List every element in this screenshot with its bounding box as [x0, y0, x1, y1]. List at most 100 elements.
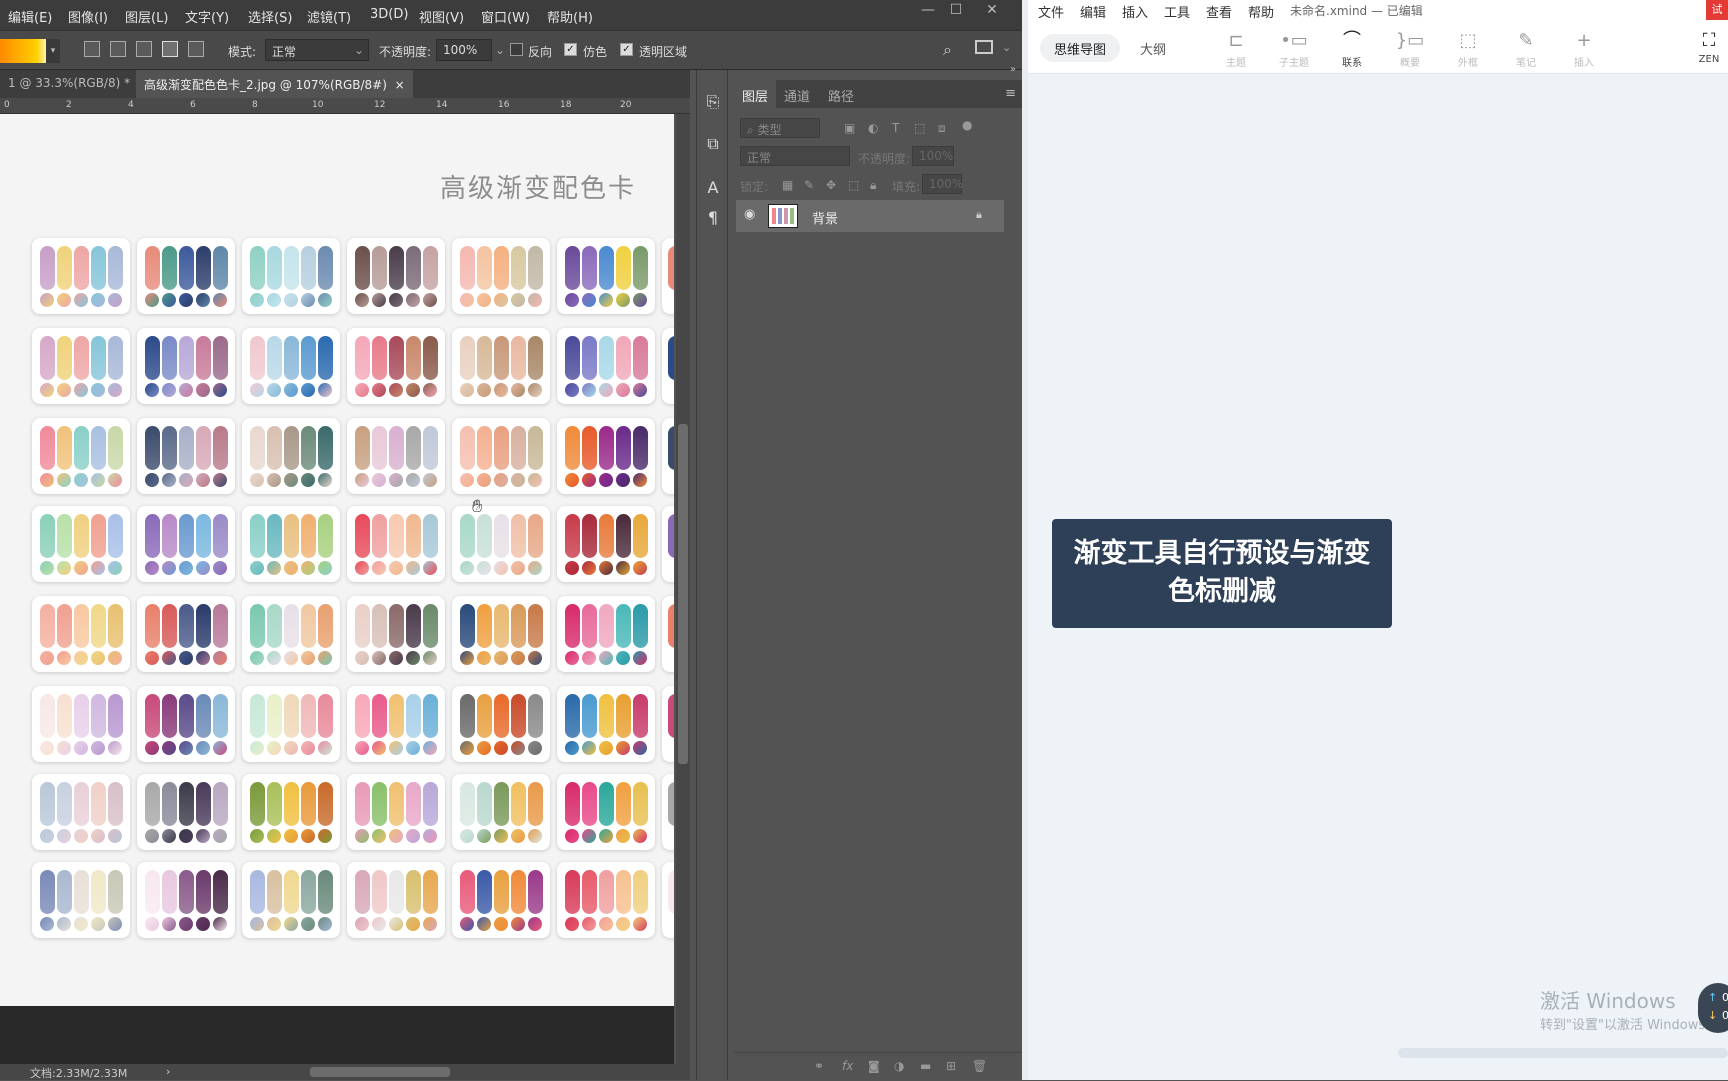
ps-menu-window[interactable]: 窗口(W) — [481, 7, 530, 26]
document-canvas[interactable]: 高级渐变配色卡 — [0, 114, 674, 1006]
vertical-scrollbar[interactable] — [676, 114, 690, 1064]
trash-icon[interactable]: 🗑︎ — [972, 1059, 987, 1073]
boundary-button[interactable]: ⬚ 外框 — [1448, 28, 1488, 69]
palette-swatch — [406, 336, 421, 380]
diamond-gradient-icon[interactable] — [188, 41, 204, 57]
shape-filter-icon[interactable]: ⬚ — [914, 121, 925, 135]
summary-button[interactable]: }▭ 概要 — [1390, 28, 1430, 69]
palette-card — [32, 418, 130, 494]
scroll-thumb[interactable] — [678, 424, 688, 764]
smart-object-filter-icon[interactable]: ⧈ — [938, 121, 946, 136]
layer-opacity-input[interactable]: 100% — [912, 146, 954, 166]
add-mask-icon[interactable]: ◙ — [868, 1059, 880, 1073]
palette-dot — [511, 651, 525, 665]
reflected-gradient-icon[interactable] — [162, 41, 178, 57]
maximize-icon[interactable]: ☐ — [942, 2, 970, 18]
ps-menu-type[interactable]: 文字(Y) — [185, 7, 229, 26]
xmind-menu-file[interactable]: 文件 — [1038, 2, 1064, 21]
xmind-menu-view[interactable]: 查看 — [1206, 2, 1232, 21]
transparency-checkbox[interactable]: ✓ — [620, 43, 633, 56]
tab-layers[interactable]: 图层 — [734, 80, 777, 108]
tab-paths[interactable]: 路径 — [820, 80, 862, 108]
palette-dot — [57, 651, 71, 665]
character-icon[interactable]: A — [703, 178, 723, 200]
palette-swatch — [372, 426, 387, 470]
palette-dot — [57, 917, 71, 931]
scroll-thumb[interactable] — [1398, 1048, 1728, 1058]
palette-dot — [633, 651, 647, 665]
image-filter-icon[interactable]: ▣ — [844, 121, 855, 135]
ps-menu-view[interactable]: 视图(V) — [419, 7, 464, 26]
blend-mode-select[interactable]: 正常 — [740, 146, 850, 166]
history-icon[interactable]: ⎘ — [703, 92, 723, 114]
workspace-icon[interactable] — [975, 40, 993, 54]
subtopic-button[interactable]: •▭ 子主题 — [1274, 28, 1314, 69]
tab-mindmap[interactable]: 思维导图 — [1040, 34, 1121, 62]
radial-gradient-icon[interactable] — [110, 41, 126, 57]
ps-menu-select[interactable]: 选择(S) — [248, 7, 292, 26]
link-layers-icon[interactable]: ⚭ — [814, 1059, 824, 1073]
fill-input[interactable]: 100% — [922, 174, 963, 194]
close-tab-icon[interactable]: × — [395, 78, 405, 92]
xmind-horizontal-scrollbar[interactable] — [1028, 1046, 1728, 1060]
layer-filter-select[interactable]: ⌕ 类型 — [740, 118, 820, 138]
tab-document-2[interactable]: 高级渐变配色色卡_2.jpg @ 107%(RGB/8#) × — [136, 70, 413, 98]
expand-icon[interactable]: » — [1010, 64, 1016, 75]
ps-menu-layer[interactable]: 图层(L) — [125, 7, 168, 26]
palette-dot — [250, 741, 264, 755]
tab-channels[interactable]: 通道 — [776, 80, 818, 108]
ps-menu-image[interactable]: 图像(I) — [68, 7, 108, 26]
chevron-right-icon[interactable]: › — [166, 1065, 170, 1078]
lock-position-icon[interactable]: ✥ — [826, 178, 836, 192]
lock-pixels-icon[interactable]: ✎ — [804, 178, 814, 192]
new-group-icon[interactable]: ▬ — [920, 1059, 931, 1073]
topic-button[interactable]: ⊏ 主题 — [1216, 28, 1256, 69]
horizontal-scroll-thumb[interactable] — [310, 1067, 450, 1077]
network-badge[interactable]: ↑ 0 ↓ 0 — [1698, 983, 1728, 1033]
linear-gradient-icon[interactable] — [84, 41, 100, 57]
trial-badge[interactable]: 试 — [1706, 0, 1728, 20]
clone-source-icon[interactable]: ⧉ — [703, 134, 723, 156]
mode-select[interactable]: 正常 ⌄ — [265, 39, 369, 61]
new-layer-icon[interactable]: ⊞ — [946, 1059, 956, 1073]
reverse-checkbox[interactable] — [510, 43, 523, 56]
insert-button[interactable]: + 插入 — [1564, 28, 1604, 69]
paragraph-icon[interactable]: ¶ — [703, 208, 723, 230]
opacity-input[interactable]: 100% ⌄ — [436, 39, 505, 61]
lock-all-icon[interactable]: 🔒︎ — [870, 178, 876, 193]
relationship-button[interactable]: ⌒ 联系 — [1332, 28, 1372, 69]
ps-menu-help[interactable]: 帮助(H) — [547, 7, 593, 26]
zen-button[interactable]: ⛶ ZEN — [1692, 28, 1726, 65]
type-filter-icon[interactable]: T — [892, 121, 899, 135]
search-icon[interactable]: ⌕ — [943, 40, 952, 60]
tab-document-1[interactable]: 1 @ 33.3%(RGB/8) * × — [0, 70, 152, 98]
layer-row-background[interactable]: ◉ 背景 🔒︎ — [736, 200, 1004, 232]
ps-menu-edit[interactable]: 编辑(E) — [8, 7, 52, 26]
gradient-picker[interactable] — [0, 39, 46, 63]
palette-dot — [74, 293, 88, 307]
lock-transparent-icon[interactable]: ▦ — [782, 178, 793, 192]
minimize-icon[interactable]: — — [914, 2, 942, 18]
xmind-menu-insert[interactable]: 插入 — [1122, 2, 1148, 21]
fx-icon[interactable]: fx — [842, 1059, 853, 1073]
tab-outline[interactable]: 大纲 — [1126, 34, 1180, 62]
visibility-eye-icon[interactable]: ◉ — [744, 207, 755, 222]
gradient-dropdown-icon[interactable]: ▾ — [46, 39, 60, 63]
lock-artboard-icon[interactable]: ⬚ — [848, 178, 859, 192]
xmind-menu-help[interactable]: 帮助 — [1248, 2, 1274, 21]
adjustment-layer-icon[interactable]: ◑ — [894, 1059, 904, 1073]
adjustment-filter-icon[interactable]: ◐ — [868, 121, 878, 135]
panel-menu-icon[interactable]: ≡ — [1005, 86, 1016, 101]
filter-toggle-icon[interactable]: ● — [962, 118, 972, 132]
note-button[interactable]: ✎ 笔记 — [1506, 28, 1546, 69]
palette-swatch — [162, 336, 177, 380]
chevron-down-icon[interactable]: ⌄ — [1002, 41, 1011, 54]
dither-checkbox[interactable]: ✓ — [564, 43, 577, 56]
mindmap-topic-node[interactable]: 渐变工具自行预设与渐变色标删减 — [1052, 519, 1392, 628]
xmind-menu-edit[interactable]: 编辑 — [1080, 2, 1106, 21]
angle-gradient-icon[interactable] — [136, 41, 152, 57]
xmind-menu-tools[interactable]: 工具 — [1164, 2, 1190, 21]
ps-menu-filter[interactable]: 滤镜(T) — [307, 7, 351, 26]
close-icon[interactable]: ✕ — [978, 2, 1006, 18]
ps-menu-3d[interactable]: 3D(D) — [370, 7, 408, 22]
